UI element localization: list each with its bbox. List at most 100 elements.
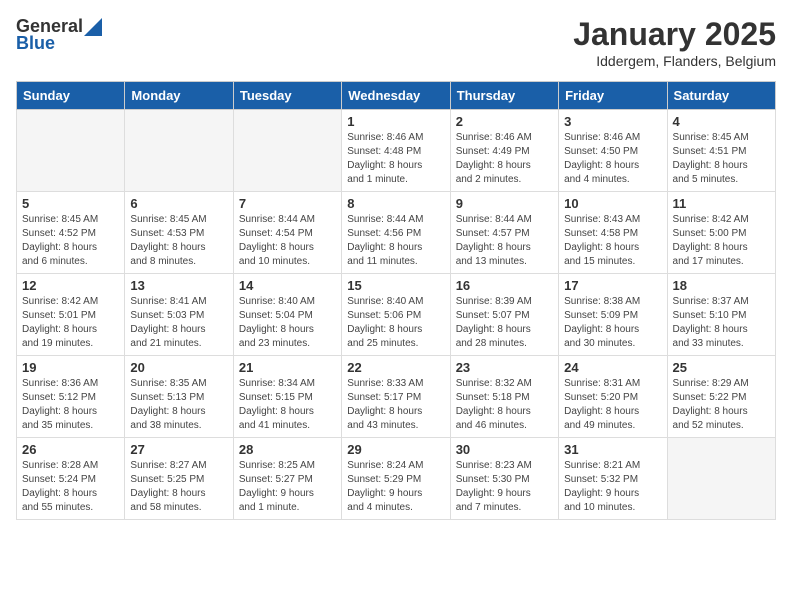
calendar-cell: 25 Sunrise: 8:29 AM Sunset: 5:22 PM Dayli… [667,356,775,438]
calendar-cell: 7 Sunrise: 8:44 AM Sunset: 4:54 PM Daylig… [233,192,341,274]
calendar-cell [667,438,775,520]
calendar-cell: 23 Sunrise: 8:32 AM Sunset: 5:18 PM Dayli… [450,356,558,438]
day-number: 25 [673,360,770,375]
day-number: 3 [564,114,661,129]
weekday-header-monday: Monday [125,82,233,110]
day-detail: Sunrise: 8:31 AM Sunset: 5:20 PM Dayligh… [564,377,661,433]
day-detail: Sunrise: 8:44 AM Sunset: 4:57 PM Dayligh… [456,213,553,269]
day-detail: Sunrise: 8:34 AM Sunset: 5:15 PM Dayligh… [239,377,336,433]
calendar-cell: 10 Sunrise: 8:43 AM Sunset: 4:58 PM Dayli… [559,192,667,274]
day-number: 23 [456,360,553,375]
calendar-cell: 14 Sunrise: 8:40 AM Sunset: 5:04 PM Dayli… [233,274,341,356]
calendar-week-row: 12Sunrise: 8:42 AM Sunset: 5:01 PM Dayli… [17,274,776,356]
day-number: 19 [22,360,119,375]
day-detail: Sunrise: 8:33 AM Sunset: 5:17 PM Dayligh… [347,377,444,433]
day-number: 8 [347,196,444,211]
day-detail: Sunrise: 8:29 AM Sunset: 5:22 PM Dayligh… [673,377,770,433]
day-number: 1 [347,114,444,129]
calendar-cell: 11Sunrise: 8:42 AM Sunset: 5:00 PM Dayli… [667,192,775,274]
day-number: 9 [456,196,553,211]
calendar-week-row: 26Sunrise: 8:28 AM Sunset: 5:24 PM Dayli… [17,438,776,520]
day-number: 15 [347,278,444,293]
weekday-header-sunday: Sunday [17,82,125,110]
calendar-cell: 5 Sunrise: 8:45 AM Sunset: 4:52 PM Daylig… [17,192,125,274]
day-number: 2 [456,114,553,129]
calendar-cell: 6Sunrise: 8:45 AM Sunset: 4:53 PM Daylig… [125,192,233,274]
day-number: 18 [673,278,770,293]
calendar-cell: 3 Sunrise: 8:46 AM Sunset: 4:50 PM Daylig… [559,110,667,192]
day-number: 20 [130,360,227,375]
calendar-table: SundayMondayTuesdayWednesdayThursdayFrid… [16,81,776,520]
weekday-header-saturday: Saturday [667,82,775,110]
day-number: 13 [130,278,227,293]
day-detail: Sunrise: 8:40 AM Sunset: 5:04 PM Dayligh… [239,295,336,351]
calendar-cell: 9 Sunrise: 8:44 AM Sunset: 4:57 PM Daylig… [450,192,558,274]
day-detail: Sunrise: 8:44 AM Sunset: 4:54 PM Dayligh… [239,213,336,269]
logo: General Blue [16,16,102,54]
day-detail: Sunrise: 8:46 AM Sunset: 4:50 PM Dayligh… [564,131,661,187]
weekday-header-wednesday: Wednesday [342,82,450,110]
calendar-cell: 29 Sunrise: 8:24 AM Sunset: 5:29 PM Dayli… [342,438,450,520]
day-detail: Sunrise: 8:46 AM Sunset: 4:48 PM Dayligh… [347,131,444,187]
calendar-cell: 15 Sunrise: 8:40 AM Sunset: 5:06 PM Dayli… [342,274,450,356]
calendar-cell: 1 Sunrise: 8:46 AM Sunset: 4:48 PM Daylig… [342,110,450,192]
day-number: 24 [564,360,661,375]
calendar-cell: 16 Sunrise: 8:39 AM Sunset: 5:07 PM Dayli… [450,274,558,356]
day-detail: Sunrise: 8:46 AM Sunset: 4:49 PM Dayligh… [456,131,553,187]
calendar-cell [125,110,233,192]
calendar-cell: 17Sunrise: 8:38 AM Sunset: 5:09 PM Dayli… [559,274,667,356]
calendar-cell [17,110,125,192]
day-detail: Sunrise: 8:25 AM Sunset: 5:27 PM Dayligh… [239,459,336,515]
day-number: 21 [239,360,336,375]
day-detail: Sunrise: 8:24 AM Sunset: 5:29 PM Dayligh… [347,459,444,515]
logo-triangle-icon [84,18,102,36]
location-title: Iddergem, Flanders, Belgium [573,53,776,69]
calendar-cell: 13 Sunrise: 8:41 AM Sunset: 5:03 PM Dayli… [125,274,233,356]
calendar-cell: 22 Sunrise: 8:33 AM Sunset: 5:17 PM Dayli… [342,356,450,438]
calendar-cell: 24 Sunrise: 8:31 AM Sunset: 5:20 PM Dayli… [559,356,667,438]
calendar-cell: 27 Sunrise: 8:27 AM Sunset: 5:25 PM Dayli… [125,438,233,520]
day-number: 14 [239,278,336,293]
day-detail: Sunrise: 8:37 AM Sunset: 5:10 PM Dayligh… [673,295,770,351]
day-number: 17 [564,278,661,293]
day-number: 5 [22,196,119,211]
day-detail: Sunrise: 8:40 AM Sunset: 5:06 PM Dayligh… [347,295,444,351]
calendar-week-row: 5 Sunrise: 8:45 AM Sunset: 4:52 PM Daylig… [17,192,776,274]
calendar-header-row: SundayMondayTuesdayWednesdayThursdayFrid… [17,82,776,110]
calendar-cell: 21 Sunrise: 8:34 AM Sunset: 5:15 PM Dayli… [233,356,341,438]
weekday-header-friday: Friday [559,82,667,110]
day-detail: Sunrise: 8:39 AM Sunset: 5:07 PM Dayligh… [456,295,553,351]
day-number: 7 [239,196,336,211]
day-detail: Sunrise: 8:32 AM Sunset: 5:18 PM Dayligh… [456,377,553,433]
day-detail: Sunrise: 8:27 AM Sunset: 5:25 PM Dayligh… [130,459,227,515]
day-detail: Sunrise: 8:41 AM Sunset: 5:03 PM Dayligh… [130,295,227,351]
day-detail: Sunrise: 8:23 AM Sunset: 5:30 PM Dayligh… [456,459,553,515]
calendar-cell: 20Sunrise: 8:35 AM Sunset: 5:13 PM Dayli… [125,356,233,438]
day-number: 28 [239,442,336,457]
weekday-header-thursday: Thursday [450,82,558,110]
calendar-cell: 30 Sunrise: 8:23 AM Sunset: 5:30 PM Dayli… [450,438,558,520]
day-number: 16 [456,278,553,293]
day-detail: Sunrise: 8:45 AM Sunset: 4:53 PM Dayligh… [130,213,227,269]
calendar-cell: 19Sunrise: 8:36 AM Sunset: 5:12 PM Dayli… [17,356,125,438]
day-detail: Sunrise: 8:45 AM Sunset: 4:51 PM Dayligh… [673,131,770,187]
calendar-week-row: 19Sunrise: 8:36 AM Sunset: 5:12 PM Dayli… [17,356,776,438]
day-number: 27 [130,442,227,457]
day-number: 30 [456,442,553,457]
day-detail: Sunrise: 8:42 AM Sunset: 5:00 PM Dayligh… [673,213,770,269]
day-number: 26 [22,442,119,457]
calendar-cell: 2 Sunrise: 8:46 AM Sunset: 4:49 PM Daylig… [450,110,558,192]
logo-blue-text: Blue [16,33,55,54]
calendar-cell: 18 Sunrise: 8:37 AM Sunset: 5:10 PM Dayli… [667,274,775,356]
calendar-week-row: 1 Sunrise: 8:46 AM Sunset: 4:48 PM Daylig… [17,110,776,192]
calendar-cell [233,110,341,192]
day-detail: Sunrise: 8:44 AM Sunset: 4:56 PM Dayligh… [347,213,444,269]
day-detail: Sunrise: 8:45 AM Sunset: 4:52 PM Dayligh… [22,213,119,269]
day-number: 10 [564,196,661,211]
day-number: 31 [564,442,661,457]
day-number: 22 [347,360,444,375]
calendar-cell: 26Sunrise: 8:28 AM Sunset: 5:24 PM Dayli… [17,438,125,520]
weekday-header-tuesday: Tuesday [233,82,341,110]
day-detail: Sunrise: 8:43 AM Sunset: 4:58 PM Dayligh… [564,213,661,269]
day-number: 29 [347,442,444,457]
